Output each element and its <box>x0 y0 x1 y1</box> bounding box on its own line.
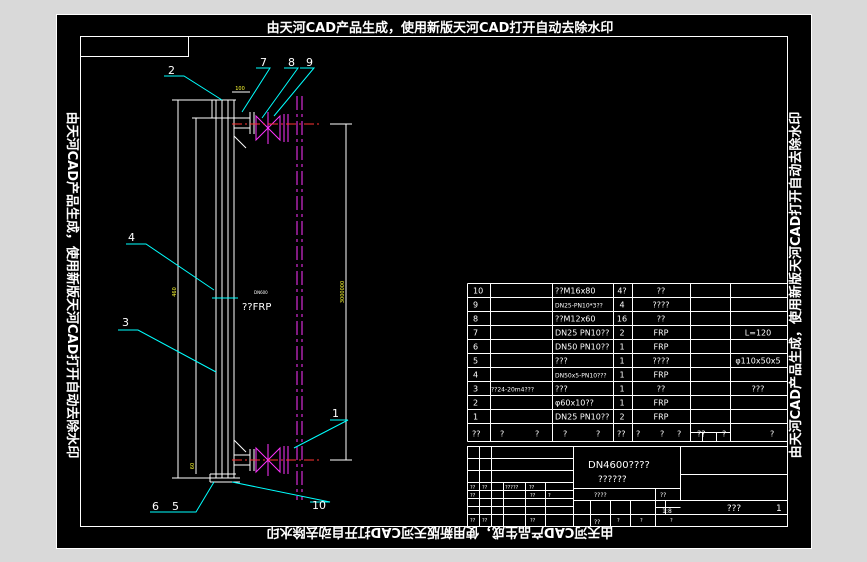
tb-b-1: ?? <box>530 493 536 499</box>
bom-cell-no: 4 <box>473 371 478 380</box>
bom-header-cell: ?? <box>472 430 481 439</box>
tb-b-2: ? <box>548 493 551 499</box>
bom-cell-no: 10 <box>473 287 483 296</box>
tb-a-0: ?? <box>470 485 476 491</box>
bom-cell-qty: 4? <box>617 287 626 296</box>
bom-cell-qty: 16 <box>617 315 627 324</box>
bom-cell-note: L=120 <box>745 329 771 338</box>
bom-cell-material: FRP <box>654 399 669 408</box>
bom-cell-name: ??M16x80 <box>555 287 596 296</box>
bom-cell-name: DN25 PN10?? <box>555 413 609 422</box>
balloon-8: 8 <box>288 56 295 69</box>
bom-cell-no: 1 <box>473 413 478 422</box>
tb-a-3: ?? <box>529 485 535 491</box>
bom-cell-no: 3 <box>473 385 478 394</box>
sheet-number: 1 <box>776 504 782 514</box>
bom-cell-qty: 4 <box>619 301 624 310</box>
dim-left-bottom: 60 <box>190 463 196 469</box>
cad-drawing-canvas: 由天河CAD产品生成，使用新版天河CAD打开自动去除水印 由天河CAD产品生成，… <box>56 14 812 549</box>
bom-cell-note: ??? <box>752 385 765 394</box>
dim-right-height: 3000000 <box>340 281 346 303</box>
bom-cell-name: DN50x5-PN10??? <box>555 373 607 380</box>
bom-header-cell: ? <box>500 430 504 439</box>
tb-a-1: ?? <box>482 485 488 491</box>
bom-cell-name: DN25-PN10*3?? <box>555 303 603 310</box>
bom-cell-qty: 1 <box>619 385 624 394</box>
bom-cell-qty: 2 <box>619 329 624 338</box>
center-label: ??FRP <box>242 302 271 313</box>
bom-cell-name: DN50 PN10?? <box>555 343 609 352</box>
balloon-2: 2 <box>168 64 175 77</box>
bom-cell-material: ?? <box>657 315 666 324</box>
tb-c-4: ? <box>640 518 643 524</box>
bom-cell-code: ??24-20m4??? <box>491 387 534 394</box>
bom-header-cell: ? <box>660 430 664 439</box>
center-note: DN600 <box>254 290 268 295</box>
tb-mid-1: ?? <box>660 492 666 499</box>
balloon-4: 4 <box>128 231 135 244</box>
bom-cell-material: FRP <box>654 413 669 422</box>
bom-cell-qty: 1 <box>619 371 624 380</box>
bom-cell-name: ??? <box>555 357 568 366</box>
bom-header-cell: ?? <box>617 430 626 439</box>
bom-header-cell: ? <box>636 430 640 439</box>
watermark-right: 由天河CAD产品生成，使用新版天河CAD打开自动去除水印 <box>788 112 804 459</box>
balloon-9: 9 <box>306 56 313 69</box>
tb-b-0: ?? <box>470 493 476 499</box>
dim-top-width: 100 <box>235 86 245 92</box>
bom-header-cell: ? <box>563 430 567 439</box>
tb-c-1: ?? <box>482 518 488 524</box>
bom-cell-note: φ110x50x5 <box>735 357 780 366</box>
watermark-left: 由天河CAD产品生成，使用新版天河CAD打开自动去除水印 <box>64 112 80 459</box>
tb-c-3: ? <box>617 518 620 524</box>
bom-cell-no: 9 <box>473 301 478 310</box>
tb-mid-2: ?? <box>594 519 600 526</box>
bom-header-cell: ? <box>722 430 726 439</box>
bom-cell-name: ??M12x60 <box>555 315 596 324</box>
bom-cell-no: 2 <box>473 399 478 408</box>
balloon-3: 3 <box>122 316 129 329</box>
dim-left-total: 460 <box>172 287 178 297</box>
bom-header-cell: ? <box>677 430 681 439</box>
bom-cell-material: ?? <box>657 287 666 296</box>
bom-cell-qty: 1 <box>619 399 624 408</box>
bom-cell-material: FRP <box>654 371 669 380</box>
drawing-name: ??? <box>727 504 742 514</box>
watermark-top: 由天河CAD产品生成，使用新版天河CAD打开自动去除水印 <box>267 20 614 36</box>
bom-cell-no: 6 <box>473 343 478 352</box>
balloon-7: 7 <box>260 56 267 69</box>
tb-mid-0: ???? <box>594 492 607 499</box>
bom-cell-material: FRP <box>654 343 669 352</box>
tb-a-2: ????? <box>505 485 519 491</box>
bom-cell-no: 8 <box>473 315 478 324</box>
bom-cell-material: ?? <box>657 385 666 394</box>
bom-cell-name: φ60x10?? <box>555 399 594 408</box>
scale: 1:8 <box>662 508 672 515</box>
bom-header-cell: ?? <box>697 430 706 439</box>
tb-c-0: ?? <box>470 518 476 524</box>
bom-header-cell: ? <box>596 430 600 439</box>
bom-cell-no: 7 <box>473 329 478 338</box>
balloon-1: 1 <box>332 407 339 420</box>
bom-cell-qty: 1 <box>619 357 624 366</box>
balloon-6: 6 <box>152 500 159 513</box>
bom-cell-name: ??? <box>555 385 568 394</box>
tb-c-2: ?? <box>530 518 536 524</box>
balloon-5: 5 <box>172 500 179 513</box>
bom-cell-no: 5 <box>473 357 478 366</box>
balloon-10: 10 <box>312 499 326 512</box>
bom-header-cell: ? <box>770 430 774 439</box>
bom-cell-qty: 1 <box>619 343 624 352</box>
bom-cell-material: FRP <box>654 329 669 338</box>
title-sub: ?????? <box>598 475 627 485</box>
drawing-background <box>56 14 812 549</box>
bom-header-cell: ? <box>535 430 539 439</box>
bom-cell-name: DN25 PN10?? <box>555 329 609 338</box>
title-main: DN4600???? <box>588 460 650 471</box>
tb-c-5: ? <box>670 518 673 524</box>
bom-cell-material: ???? <box>653 301 670 310</box>
bom-cell-qty: 2 <box>619 413 624 422</box>
bom-cell-material: ???? <box>653 357 670 366</box>
